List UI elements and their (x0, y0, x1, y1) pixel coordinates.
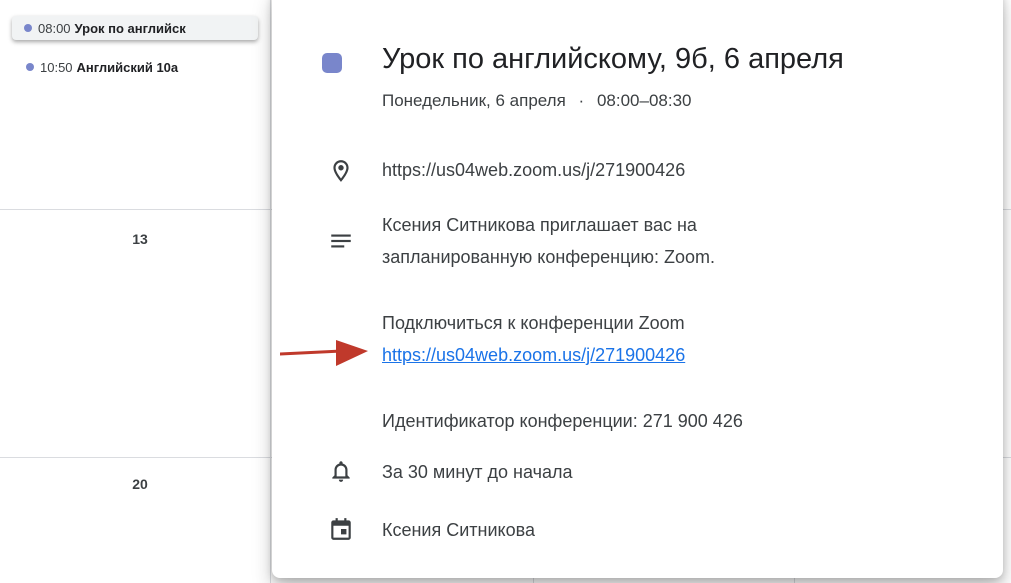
event-details-popup: Урок по английскому, 9б, 6 апреля Понеде… (272, 0, 1003, 578)
calendar-icon (331, 518, 351, 540)
notes-lines-icon (331, 234, 351, 248)
day-number[interactable]: 13 (10, 231, 270, 247)
event-location[interactable]: https://us04web.zoom.us/j/271900426 (382, 160, 685, 181)
day-number[interactable]: 20 (10, 476, 270, 492)
location-pin-icon (333, 160, 349, 182)
event-time: 08:00 (38, 20, 71, 36)
description-text: Ксения Ситникова приглашает вас на (382, 215, 697, 235)
join-meeting-link[interactable]: https://us04web.zoom.us/j/271900426 (382, 345, 685, 365)
event-date-time: Понедельник, 6 апреля · 08:00–08:30 (382, 91, 692, 111)
bell-icon (332, 461, 350, 482)
separator-dot: · (578, 91, 585, 110)
meeting-id: Идентификатор конференции: 271 900 426 (382, 411, 743, 431)
join-label: Подключиться к конференции Zoom (382, 313, 685, 333)
calendar-event-chip[interactable]: 08:00 Урок по английск (12, 16, 258, 40)
event-color-swatch (322, 53, 342, 73)
popup-event-title: Урок по английскому, 9б, 6 апреля (382, 43, 844, 75)
calendar-event-chip[interactable]: 10:50 Английский 10а (14, 55, 258, 79)
event-color-dot (26, 63, 34, 71)
event-calendar-owner: Ксения Ситникова (382, 520, 535, 540)
grid-divider (270, 0, 271, 583)
event-reminder: За 30 минут до начала (382, 462, 573, 482)
event-date: Понедельник, 6 апреля (382, 91, 566, 110)
event-title: Урок по английск (74, 20, 186, 36)
join-meeting-link-wrap: https://us04web.zoom.us/j/271900426 (382, 342, 685, 368)
description-text: запланированную конференцию: Zoom. (382, 247, 715, 267)
event-time-range: 08:00–08:30 (596, 91, 692, 110)
annotation-arrow-icon (280, 340, 368, 366)
event-color-dot (24, 24, 32, 32)
event-time: 10:50 (40, 59, 73, 75)
event-title: Английский 10а (76, 59, 179, 75)
